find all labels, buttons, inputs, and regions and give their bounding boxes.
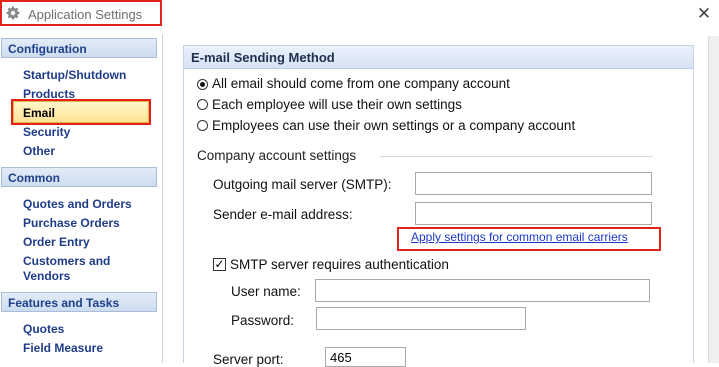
sender-email-label: Sender e-mail address: <box>213 207 353 222</box>
sidebar-item-purchase-orders[interactable]: Purchase Orders <box>23 216 120 230</box>
sidebar-item-customers-and-vendors[interactable]: Customers and <box>23 254 110 268</box>
sidebar-item-order-entry[interactable]: Order Entry <box>23 235 90 249</box>
sidebar-item-startup-shutdown[interactable]: Startup/Shutdown <box>23 68 126 82</box>
radio-employee-own-settings[interactable] <box>197 99 208 110</box>
smtp-auth-label[interactable]: SMTP server requires authentication <box>230 257 449 272</box>
sidebar-item-quotes-and-orders[interactable]: Quotes and Orders <box>23 197 132 211</box>
server-port-input[interactable]: 465 <box>325 347 406 367</box>
radio-employee-own-settings-label[interactable]: Each employee will use their own setting… <box>212 97 462 112</box>
sidebar-item-other[interactable]: Other <box>23 144 55 158</box>
sidebar-header-common[interactable]: Common <box>1 167 157 187</box>
smtp-server-input[interactable] <box>415 172 652 195</box>
username-input[interactable] <box>315 279 650 302</box>
sender-email-input[interactable] <box>415 202 652 225</box>
username-label: User name: <box>231 284 301 299</box>
smtp-server-label: Outgoing mail server (SMTP): <box>213 177 392 192</box>
group-divider <box>380 156 653 157</box>
radio-one-company-account-label[interactable]: All email should come from one company a… <box>212 76 510 91</box>
sidebar-item-quotes[interactable]: Quotes <box>23 322 64 336</box>
radio-one-company-account[interactable] <box>197 79 208 90</box>
smtp-auth-checkbox[interactable]: ✓ <box>213 258 226 271</box>
scrollbar[interactable] <box>708 36 719 363</box>
sidebar-item-customers-and-vendors-line2[interactable]: Vendors <box>23 269 70 283</box>
radio-own-or-company-label[interactable]: Employees can use their own settings or … <box>212 118 575 133</box>
server-port-label: Server port: <box>213 352 284 367</box>
section-title: E-mail Sending Method <box>191 50 335 65</box>
close-icon[interactable]: ✕ <box>696 5 712 22</box>
sidebar-item-field-measure[interactable]: Field Measure <box>23 341 103 355</box>
sidebar-header-configuration[interactable]: Configuration <box>1 38 157 58</box>
password-label: Password: <box>231 313 295 328</box>
company-account-group-label: Company account settings <box>197 148 357 163</box>
sidebar-item-security[interactable]: Security <box>23 125 70 139</box>
sidebar-header-features-and-tasks[interactable]: Features and Tasks <box>1 292 157 312</box>
radio-own-or-company[interactable] <box>197 120 208 131</box>
sidebar-item-email[interactable]: Email <box>23 106 55 120</box>
apply-common-carriers-link[interactable]: Apply settings for common email carriers <box>411 230 628 244</box>
window-title: Application Settings <box>28 7 143 22</box>
password-input[interactable] <box>316 307 526 330</box>
gear-icon <box>6 6 20 20</box>
